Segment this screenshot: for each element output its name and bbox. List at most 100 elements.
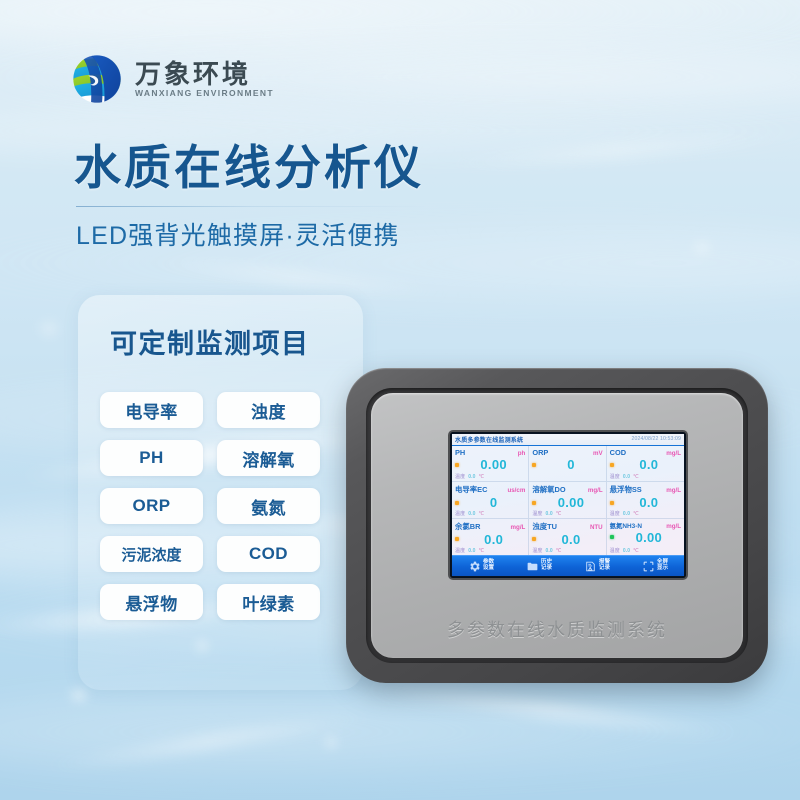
parameter-header: 溶解氧DO mg/L <box>532 484 602 495</box>
status-indicator-dot <box>609 500 614 505</box>
water-caustic <box>320 736 342 749</box>
parameter-cell[interactable]: 溶解氧DO mg/L 0.00 温度 0.0 ℃ <box>529 482 607 519</box>
temperature-unit: ℃ <box>478 474 485 481</box>
lcd-system-title: 水质多参数在线监测系统 <box>455 438 524 444</box>
page-title: 水质在线分析仪 <box>74 141 424 194</box>
temperature-unit: ℃ <box>633 510 639 517</box>
toolbar-button-folder[interactable]: 历史 记录 <box>510 556 568 576</box>
temperature-label: 温度 <box>455 510 466 517</box>
toolbar-label-line2: 记录 <box>540 565 553 571</box>
parameter-cell[interactable]: 电导率EC us/cm 0 温度 0.0 ℃ <box>452 482 530 519</box>
monitoring-item-label: 悬浮物 <box>125 594 178 614</box>
fullscreen-icon <box>642 560 655 573</box>
monitoring-item-pill[interactable]: 溶解氧 <box>217 440 320 476</box>
lcd-content: 水质多参数在线监测系统 2024/08/22 10:53:09 PH ph 0.00… <box>452 434 684 576</box>
parameter-name: PH <box>455 448 466 457</box>
parameter-header: COD mg/L <box>610 448 681 457</box>
status-indicator-dot <box>532 537 537 542</box>
monitoring-item-label: 浊度 <box>251 402 286 422</box>
monitoring-item-label: 叶绿素 <box>242 594 295 614</box>
temperature-label: 温度 <box>532 510 543 517</box>
temperature-label: 温度 <box>455 547 466 554</box>
parameter-unit: mg/L <box>666 522 681 530</box>
parameter-unit: mV <box>593 450 603 457</box>
parameter-value-row: 0 <box>455 496 525 509</box>
parameter-value-row: 0.00 <box>532 496 602 509</box>
parameter-temperature: 温度 0.0 ℃ <box>455 547 525 554</box>
parameter-cell[interactable]: PH ph 0.00 温度 0.0 ℃ <box>452 446 530 483</box>
temperature-value: 0.0 <box>468 474 476 481</box>
parameter-name: 溶解氧DO <box>532 485 566 495</box>
device-lcd-screen[interactable]: 水质多参数在线监测系统 2024/08/22 10:53:09 PH ph 0.00… <box>450 432 686 578</box>
parameter-unit: NTU <box>589 523 603 531</box>
parameter-temperature: 温度 0.0 ℃ <box>610 547 681 554</box>
parameter-value: 0 <box>567 457 575 472</box>
parameter-cell[interactable]: 浊度TU NTU 0.0 温度 0.0 ℃ <box>529 518 607 555</box>
monitoring-item-label: 溶解氧 <box>242 450 295 470</box>
parameter-cell[interactable]: 氨氮NH3-N mg/L 0.00 温度 0.0 ℃ <box>607 519 684 555</box>
parameter-header: 氨氮NH3-N mg/L <box>610 521 681 530</box>
parameter-name: COD <box>609 448 627 457</box>
parameter-unit: mg/L <box>666 450 681 457</box>
monitoring-item-pill[interactable]: 氨氮 <box>217 488 320 524</box>
status-indicator-dot <box>532 500 537 505</box>
temperature-value: 0.0 <box>622 474 631 481</box>
hero-heading-block: 水质在线分析仪 LED强背光触摸屏·灵活便携 <box>74 140 428 252</box>
brand-logo: 万象环境 WANXIANG ENVIRONMENT <box>70 52 274 106</box>
monitoring-item-pill[interactable]: 电导率 <box>100 392 203 428</box>
parameter-cell[interactable]: 余氯BR mg/L 0.0 温度 0.0 ℃ <box>452 518 530 555</box>
parameter-header: ORP mV <box>532 448 602 457</box>
parameter-temperature: 温度 0.0 ℃ <box>532 547 602 554</box>
parameter-unit: mg/L <box>587 487 603 495</box>
monitoring-items-grid: 电导率 浊度 PH 溶解氧 ORP 氨氮 污泥浓度 COD 悬浮物 叶绿素 <box>100 392 320 620</box>
parameter-temperature: 温度 0.0 ℃ <box>610 473 681 480</box>
parameter-value: 0.00 <box>480 457 507 472</box>
status-indicator-dot <box>455 537 459 542</box>
toolbar-button-label: 全屏 显示 <box>657 559 668 572</box>
status-indicator-dot <box>532 462 537 467</box>
temperature-value: 0.0 <box>622 510 631 517</box>
monitoring-item-pill[interactable]: 叶绿素 <box>217 584 320 620</box>
temperature-label: 温度 <box>609 474 620 481</box>
monitoring-item-pill[interactable]: 悬浮物 <box>100 584 203 620</box>
parameter-header: 余氯BR mg/L <box>455 521 525 532</box>
temperature-unit: ℃ <box>633 474 639 481</box>
monitoring-item-pill[interactable]: PH <box>100 440 203 476</box>
brand-name-en: WANXIANG ENVIRONMENT <box>135 87 274 98</box>
parameter-cell[interactable]: ORP mV 0 <box>529 446 607 483</box>
parameter-value: 0.00 <box>557 495 585 511</box>
temperature-unit: ℃ <box>478 510 485 517</box>
toolbar-button-fullscreen[interactable]: 全屏 显示 <box>626 556 684 576</box>
parameter-cell[interactable]: COD mg/L 0.0 温度 0.0 ℃ <box>606 446 684 483</box>
status-indicator-dot <box>609 535 614 540</box>
lcd-toolbar: 参数 设置 历史 记录 报警 记录 全屏 显示 <box>452 555 684 576</box>
monitoring-item-pill[interactable]: 污泥浓度 <box>100 536 203 572</box>
parameter-value: 0.0 <box>639 495 659 511</box>
temperature-label: 温度 <box>455 474 466 481</box>
parameter-name: 氨氮NH3-N <box>609 522 642 530</box>
toolbar-button-alarm-doc[interactable]: 报警 记录 <box>568 556 626 576</box>
title-divider <box>76 206 428 208</box>
parameter-value: 0.0 <box>639 457 659 472</box>
monitoring-item-pill[interactable]: ORP <box>100 488 203 524</box>
parameter-header: 浊度TU NTU <box>532 521 602 532</box>
folder-icon <box>526 560 539 573</box>
status-indicator-dot <box>609 462 614 467</box>
temperature-label: 温度 <box>532 547 543 554</box>
toolbar-button-gear[interactable]: 参数 设置 <box>452 556 510 576</box>
parameter-value: 0.0 <box>561 531 581 547</box>
parameter-name: 电导率EC <box>455 485 488 495</box>
monitoring-item-pill[interactable]: COD <box>217 536 320 572</box>
monitoring-item-label: ORP <box>132 496 171 515</box>
parameter-temperature: 温度 0.0 ℃ <box>610 510 681 517</box>
parameter-header: 电导率EC us/cm <box>455 484 525 495</box>
parameter-value-row: 0.00 <box>455 458 525 471</box>
water-analyzer-device: 水质多参数在线监测系统 2024/08/22 10:53:09 PH ph 0.00… <box>346 368 768 683</box>
parameter-header: PH ph <box>455 448 525 457</box>
monitoring-item-pill[interactable]: 浊度 <box>217 392 320 428</box>
parameter-value: 0 <box>489 495 498 511</box>
globe-swirl-logo-icon <box>70 52 124 106</box>
status-indicator-dot <box>455 500 459 505</box>
parameter-value-row: 0.0 <box>455 533 525 546</box>
parameter-cell[interactable]: 悬浮物SS mg/L 0.0 温度 0.0 ℃ <box>606 482 684 519</box>
